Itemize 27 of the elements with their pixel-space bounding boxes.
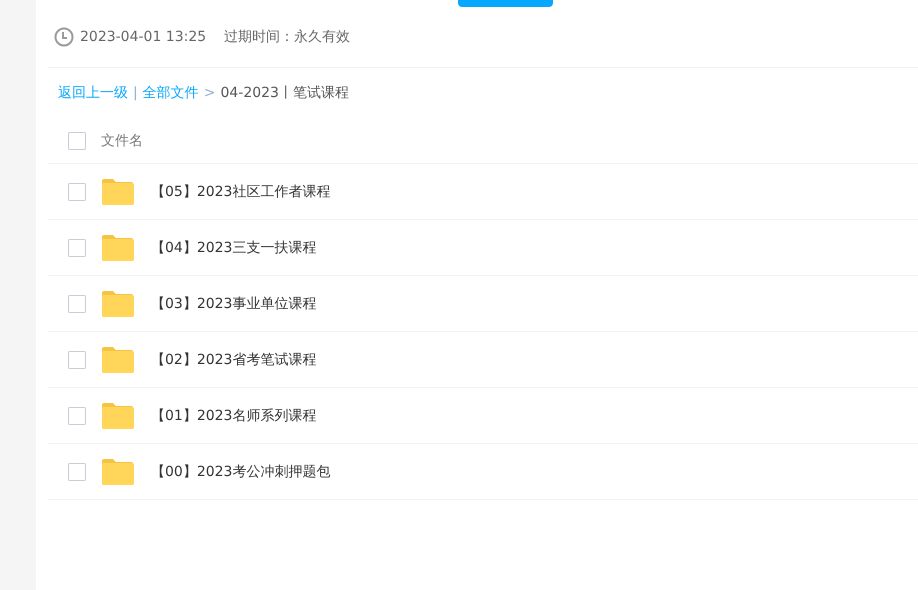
folder-icon bbox=[101, 290, 134, 316]
row-checkbox[interactable] bbox=[68, 182, 86, 200]
breadcrumb-separator: | bbox=[133, 85, 138, 101]
folder-icon bbox=[101, 234, 134, 260]
column-header: 文件名 bbox=[101, 132, 143, 150]
clock-icon bbox=[54, 27, 74, 47]
folder-name[interactable]: 【01】2023名师系列课程 bbox=[151, 406, 316, 424]
folder-icon bbox=[101, 402, 134, 428]
action-button[interactable] bbox=[458, 0, 553, 7]
current-folder: 04-2023丨笔试课程 bbox=[220, 84, 349, 102]
folder-icon bbox=[101, 178, 134, 204]
expiry-text: 过期时间：永久有效 bbox=[224, 28, 350, 46]
row-checkbox[interactable] bbox=[68, 406, 86, 424]
breadcrumb-separator: > bbox=[204, 85, 216, 101]
share-date: 2023-04-01 13:25 bbox=[80, 29, 206, 45]
folder-name[interactable]: 【03】2023事业单位课程 bbox=[151, 294, 316, 312]
folder-name[interactable]: 【02】2023省考笔试课程 bbox=[151, 350, 316, 368]
folder-name[interactable]: 【05】2023社区工作者课程 bbox=[151, 182, 330, 200]
folder-name[interactable]: 【04】2023三支一扶课程 bbox=[151, 238, 316, 256]
row-checkbox[interactable] bbox=[68, 462, 86, 480]
folder-icon bbox=[101, 458, 134, 484]
row-checkbox[interactable] bbox=[68, 294, 86, 312]
row-checkbox[interactable] bbox=[68, 238, 86, 256]
select-all-checkbox[interactable] bbox=[68, 132, 86, 150]
folder-icon bbox=[101, 346, 134, 372]
folder-name[interactable]: 【00】2023考公冲刺押题包 bbox=[151, 462, 330, 480]
row-checkbox[interactable] bbox=[68, 350, 86, 368]
